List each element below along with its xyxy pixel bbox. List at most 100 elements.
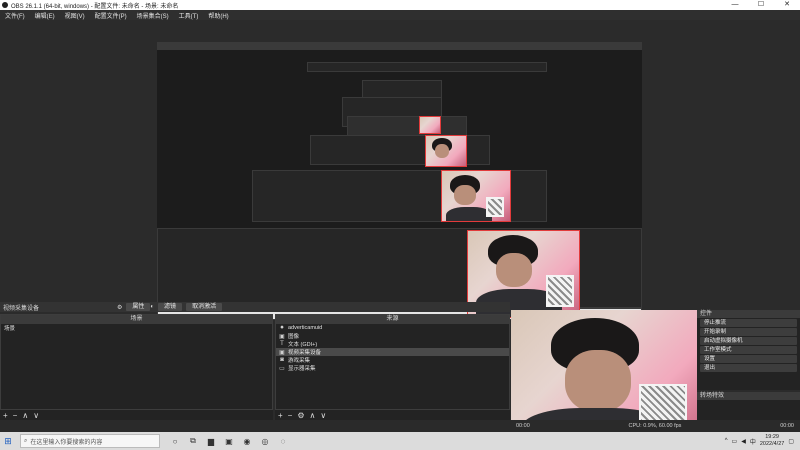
move-scene-up-button[interactable]: ∧ — [22, 411, 28, 420]
preview-canvas[interactable] — [157, 42, 642, 320]
properties-button[interactable]: 属性 — [126, 303, 151, 311]
source-item[interactable]: T 文本 (GDI+) — [276, 340, 509, 348]
nested-camera-3 — [441, 170, 511, 222]
windows-taskbar: ⊞ ⌕ 在这里输入你要搜索的内容 ○ ⧉ ▆ ▣ ◉ ◎ ◌ ^ ▭ ◀ 中 1… — [0, 432, 800, 450]
camera-icon: ⏺ — [280, 324, 284, 331]
edge-icon[interactable]: ◌ — [274, 437, 292, 446]
source-item-selected[interactable]: ▣ 视频采集设备 — [276, 348, 509, 356]
monitor-icon: ▭ — [279, 365, 285, 372]
windows-start-icon[interactable]: ⊞ — [0, 432, 16, 450]
multitask-icon[interactable]: ⧉ — [184, 436, 202, 446]
nested-capture-1 — [307, 62, 547, 72]
taskbar-search-box[interactable]: ⌕ 在这里输入你要搜索的内容 — [20, 434, 160, 448]
close-button[interactable]: ✕ — [774, 0, 800, 10]
chrome-icon[interactable]: ◎ — [256, 437, 274, 446]
source-item[interactable]: ▣ 图像 — [276, 332, 509, 341]
source-item-label: adverticamuid — [288, 325, 323, 331]
source-item-label: 图像 — [288, 334, 300, 340]
text-icon: T — [280, 341, 284, 347]
controls-header: 控件 — [697, 310, 800, 318]
window-titlebar: OBS 26.1.1 (64-bit, windows) - 配置文件: 未命名… — [0, 0, 800, 10]
move-source-up-button[interactable]: ∧ — [310, 411, 316, 420]
add-source-button[interactable]: + — [278, 411, 283, 420]
chevron-up-icon[interactable]: ^ — [725, 438, 728, 444]
app-icon[interactable]: ▣ — [220, 437, 238, 446]
menu-bar: 文件(F) 编辑(E) 视图(V) 配置文件(P) 场景集合(S) 工具(T) … — [0, 10, 800, 20]
nested-camera-2 — [425, 135, 467, 167]
deactivate-button[interactable]: 取消激活 — [186, 303, 223, 311]
add-scene-button[interactable]: + — [3, 411, 8, 420]
move-source-down-button[interactable]: ∨ — [320, 411, 326, 420]
stop-streaming-button[interactable]: 停止推流 — [700, 319, 797, 327]
menu-edit[interactable]: 编辑(E) — [30, 11, 60, 20]
notification-icon[interactable]: ▢ — [788, 438, 794, 445]
gear-icon: ⚙ — [117, 304, 123, 311]
ime-language-indicator[interactable]: 中 — [750, 437, 756, 446]
filter-icon: ◐ — [150, 304, 155, 310]
studio-mode-button[interactable]: 工作室模式 — [700, 346, 797, 354]
window-controls: — ☐ ✕ — [722, 0, 800, 10]
start-virtual-camera-button[interactable]: 启动虚拟摄像机 — [700, 337, 797, 345]
video-capture-icon: ▣ — [279, 349, 285, 356]
status-bar-left — [0, 420, 510, 432]
gamepad-icon: ◙ — [280, 357, 284, 363]
scenes-header: 场景 — [1, 315, 272, 324]
source-item-label: 游戏采集 — [288, 358, 311, 364]
taskbar-clock[interactable]: 19:29 2022/4/27 — [760, 434, 784, 448]
scene-item[interactable]: 场景 — [1, 324, 272, 332]
menu-profile[interactable]: 配置文件(P) — [90, 11, 132, 20]
scenes-panel: 场景 场景 — [0, 314, 273, 410]
sources-header: 来源 — [276, 315, 509, 324]
move-scene-down-button[interactable]: ∨ — [33, 411, 39, 420]
network-icon[interactable]: ▭ — [732, 438, 738, 445]
obs-taskbar-icon[interactable]: ◉ — [238, 437, 256, 446]
remove-scene-button[interactable]: − — [13, 411, 18, 420]
filters-button[interactable]: 滤镜 — [158, 303, 183, 311]
image-icon: ▣ — [279, 333, 285, 340]
source-item[interactable]: ▭ 显示器采集 — [276, 364, 509, 373]
preview-area[interactable] — [0, 20, 800, 320]
menu-tools[interactable]: 工具(T) — [174, 11, 204, 20]
remove-source-button[interactable]: − — [288, 411, 293, 420]
transitions-panel: 转场特效 — [697, 392, 800, 420]
volume-icon[interactable]: ◀ — [741, 438, 746, 445]
taskbar-time: 19:29 — [765, 434, 779, 440]
minimize-button[interactable]: — — [722, 0, 748, 10]
nested-camera-1 — [419, 116, 441, 134]
sources-panel: 来源 ⏺ adverticamuid ▣ 图像 T 文本 (GDI+) ▣ 视频采集设备… — [275, 314, 510, 410]
settings-button[interactable]: 设置 — [700, 355, 797, 363]
menu-file[interactable]: 文件(F) — [0, 11, 30, 20]
source-item-label: 显示器采集 — [288, 366, 316, 372]
controls-panel: 控件 停止推流 开始录制 启动虚拟摄像机 工作室模式 设置 退出 — [697, 310, 800, 390]
obs-logo-icon — [2, 2, 8, 8]
source-item-label: 文本 (GDI+) — [288, 342, 318, 348]
transitions-header: 转场特效 — [697, 392, 800, 400]
stream-time: 00:00 — [516, 423, 530, 429]
system-tray: ^ ▭ ◀ 中 19:29 2022/4/27 ▢ — [725, 432, 800, 450]
cpu-fps-status: CPU: 0.9%, 60.00 fps — [628, 423, 682, 429]
record-time: 00:00 — [780, 423, 794, 429]
window-title: OBS 26.1.1 (64-bit, windows) - 配置文件: 未命名… — [11, 3, 179, 10]
taskbar-date: 2022/4/27 — [759, 441, 785, 447]
menu-scene-collection[interactable]: 场景集合(S) — [132, 11, 174, 20]
sources-toolbar: + − ⚙ ∧ ∨ — [275, 410, 510, 420]
selected-source-label: 视频采集设备 — [3, 305, 40, 312]
exit-button[interactable]: 退出 — [700, 364, 797, 372]
menu-help[interactable]: 帮助(H) — [203, 11, 233, 20]
scene-item-label: 场景 — [4, 326, 16, 332]
start-recording-button[interactable]: 开始录制 — [700, 328, 797, 336]
task-view-icon[interactable]: ○ — [166, 437, 184, 446]
status-bar: 00:00 CPU: 0.9%, 60.00 fps 00:00 — [510, 420, 800, 432]
source-settings-button[interactable]: ⚙ — [297, 411, 304, 420]
source-item[interactable]: ◙ 游戏采集 — [276, 356, 509, 364]
search-icon: ⌕ — [24, 437, 28, 444]
maximize-button[interactable]: ☐ — [748, 0, 774, 10]
source-item-label: 视频采集设备 — [288, 350, 322, 356]
source-item[interactable]: ⏺ adverticamuid — [276, 324, 509, 332]
scenes-toolbar: + − ∧ ∨ — [0, 410, 273, 420]
taskbar-search-placeholder: 在这里输入你要搜索的内容 — [30, 439, 103, 446]
menu-view[interactable]: 视图(V) — [60, 11, 90, 20]
nested-capture-titlebar — [157, 42, 642, 50]
file-explorer-icon[interactable]: ▆ — [202, 437, 220, 446]
source-context-bar: 视频采集设备 ⚙ 属性 ◐ 滤镜 取消激活 — [0, 302, 510, 312]
